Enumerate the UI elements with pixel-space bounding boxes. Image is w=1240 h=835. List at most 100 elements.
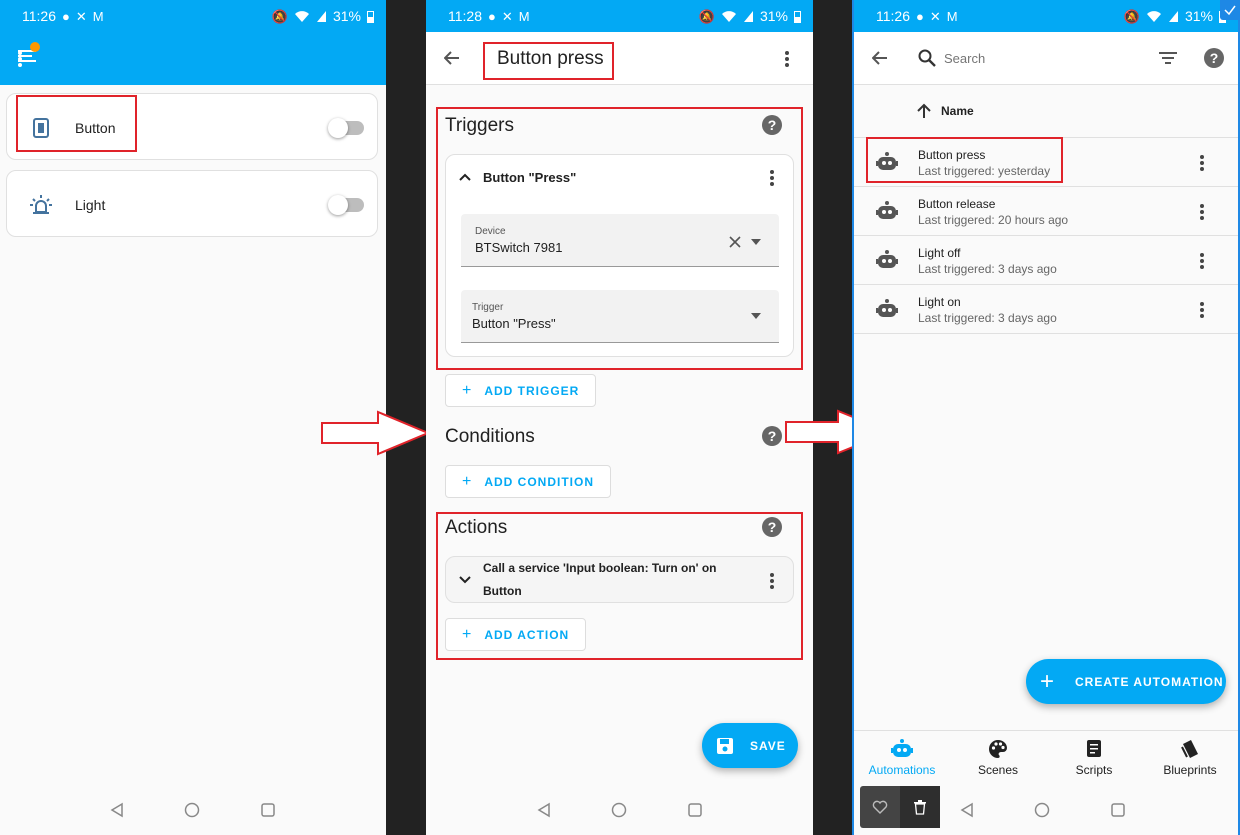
add-condition-button[interactable]: + ADD CONDITION — [445, 465, 612, 498]
wifi-icon — [721, 10, 736, 22]
create-automation-button[interactable]: + CREATE AUTOMATION — [1026, 659, 1226, 704]
highlight-box — [436, 512, 803, 660]
row-menu-button[interactable] — [1200, 155, 1204, 171]
alarm-light-icon — [30, 195, 52, 214]
status-time: 11:28 — [448, 8, 482, 24]
row-menu-button[interactable] — [1200, 302, 1204, 318]
nav-label: Blueprints — [1163, 762, 1217, 777]
status-bar: 11:26 ● ✕ M 🔕 31% — [0, 0, 386, 32]
mail-icon: M — [518, 8, 530, 24]
mail-icon: M — [92, 8, 104, 24]
entity-name: Light — [75, 197, 106, 213]
status-time: 11:26 — [876, 8, 910, 24]
help-icon[interactable]: ? — [762, 426, 782, 446]
back-nav-icon[interactable] — [537, 802, 551, 818]
automation-last-triggered: Last triggered: 3 days ago — [918, 262, 1057, 276]
flow-arrow-icon — [321, 410, 431, 456]
back-arrow-icon[interactable] — [872, 51, 888, 65]
app-icon: ✕ — [75, 8, 87, 24]
home-nav-icon[interactable] — [1034, 802, 1050, 818]
home-nav-icon[interactable] — [184, 802, 200, 818]
battery-icon — [367, 10, 374, 23]
nav-blueprints[interactable]: Blueprints — [1142, 731, 1238, 784]
button-label: ADD CONDITION — [484, 474, 595, 489]
back-nav-icon[interactable] — [110, 802, 124, 818]
automation-editor-screen: 11:28 ● ✕ M 🔕 31% Button press Triggers … — [426, 0, 813, 835]
selection-check-icon — [1220, 0, 1238, 20]
automation-last-triggered: Last triggered: 20 hours ago — [918, 213, 1069, 227]
help-icon[interactable]: ? — [1204, 48, 1224, 68]
palette-icon — [989, 739, 1007, 758]
notification-icon: ● — [488, 8, 496, 24]
notification-icon: ● — [62, 8, 70, 24]
nav-automations[interactable]: Automations — [854, 731, 950, 784]
script-scroll-icon — [1087, 739, 1101, 757]
save-button[interactable]: SAVE — [702, 723, 798, 768]
signal-icon — [743, 10, 753, 22]
blueprint-icon — [1181, 739, 1198, 758]
row-menu-button[interactable] — [1200, 253, 1204, 269]
automations-list-screen: 11:26 ● ✕ M 🔕 31% ? Name Button press La… — [852, 0, 1240, 835]
nav-label: Scripts — [1075, 762, 1113, 777]
conditions-heading: Conditions — [445, 426, 535, 447]
nav-scripts[interactable]: Scripts — [1046, 731, 1142, 784]
notification-icon: ● — [916, 8, 924, 24]
back-nav-icon[interactable] — [960, 802, 974, 818]
entity-toggle[interactable] — [328, 195, 364, 215]
system-nav-bar — [854, 785, 1238, 835]
sort-header[interactable]: Name — [854, 85, 1238, 138]
signal-icon — [316, 10, 326, 22]
overflow-menu-button[interactable] — [18, 50, 22, 67]
mute-icon: 🔕 — [698, 8, 715, 24]
mail-icon: M — [946, 8, 958, 24]
system-nav-bar — [0, 785, 386, 835]
overflow-menu-button[interactable] — [785, 51, 789, 67]
system-nav-bar — [426, 785, 813, 835]
app-icon: ✕ — [929, 8, 941, 24]
recents-nav-icon[interactable] — [260, 802, 276, 818]
status-bar: 11:26 ● ✕ M 🔕 31% — [854, 0, 1238, 32]
battery-icon — [794, 10, 801, 23]
recents-nav-icon[interactable] — [687, 802, 703, 818]
sort-arrow-up-icon — [917, 103, 931, 118]
wifi-icon — [294, 10, 309, 22]
automation-name: Button release — [918, 197, 996, 211]
status-bar: 11:28 ● ✕ M 🔕 31% — [426, 0, 813, 32]
search-input[interactable] — [944, 46, 1124, 70]
robot-icon — [876, 299, 898, 317]
highlight-box — [16, 95, 137, 152]
bottom-navigation: Automations Scenes Scripts Blueprints — [854, 730, 1238, 784]
plus-icon: + — [462, 472, 473, 490]
back-arrow-icon[interactable] — [444, 51, 460, 65]
signal-icon — [1168, 10, 1178, 22]
highlight-box — [436, 107, 803, 370]
battery-level: 31% — [1184, 8, 1213, 24]
automation-last-triggered: Last triggered: 3 days ago — [918, 311, 1057, 325]
search-bar: ? — [854, 32, 1238, 85]
row-menu-button[interactable] — [1200, 204, 1204, 220]
nav-label: Automations — [868, 762, 936, 777]
mute-icon: 🔕 — [1123, 8, 1140, 24]
robot-icon — [891, 738, 913, 757]
floppy-disk-icon — [717, 737, 733, 754]
mute-icon: 🔕 — [271, 8, 288, 24]
automation-row[interactable]: Light on Last triggered: 3 days ago — [854, 285, 1238, 334]
recents-nav-icon[interactable] — [1110, 802, 1126, 818]
robot-icon — [876, 250, 898, 268]
automation-name: Light off — [918, 246, 961, 260]
status-time: 11:26 — [22, 8, 56, 24]
app-icon: ✕ — [501, 8, 513, 24]
automation-row[interactable]: Button release Last triggered: 20 hours … — [854, 187, 1238, 236]
entity-toggle[interactable] — [328, 118, 364, 138]
filter-icon[interactable] — [1159, 52, 1177, 65]
wifi-icon — [1146, 10, 1161, 22]
entity-card-light[interactable]: Light — [6, 170, 378, 237]
automation-row[interactable]: Light off Last triggered: 3 days ago — [854, 236, 1238, 285]
highlight-box — [866, 137, 1063, 183]
home-nav-icon[interactable] — [611, 802, 627, 818]
button-label: CREATE AUTOMATION — [1075, 674, 1224, 689]
add-trigger-button[interactable]: + ADD TRIGGER — [445, 374, 597, 407]
nav-scenes[interactable]: Scenes — [950, 731, 1046, 784]
top-header: 11:26 ● ✕ M 🔕 31% — [0, 0, 386, 85]
sort-column-label: Name — [941, 104, 974, 118]
